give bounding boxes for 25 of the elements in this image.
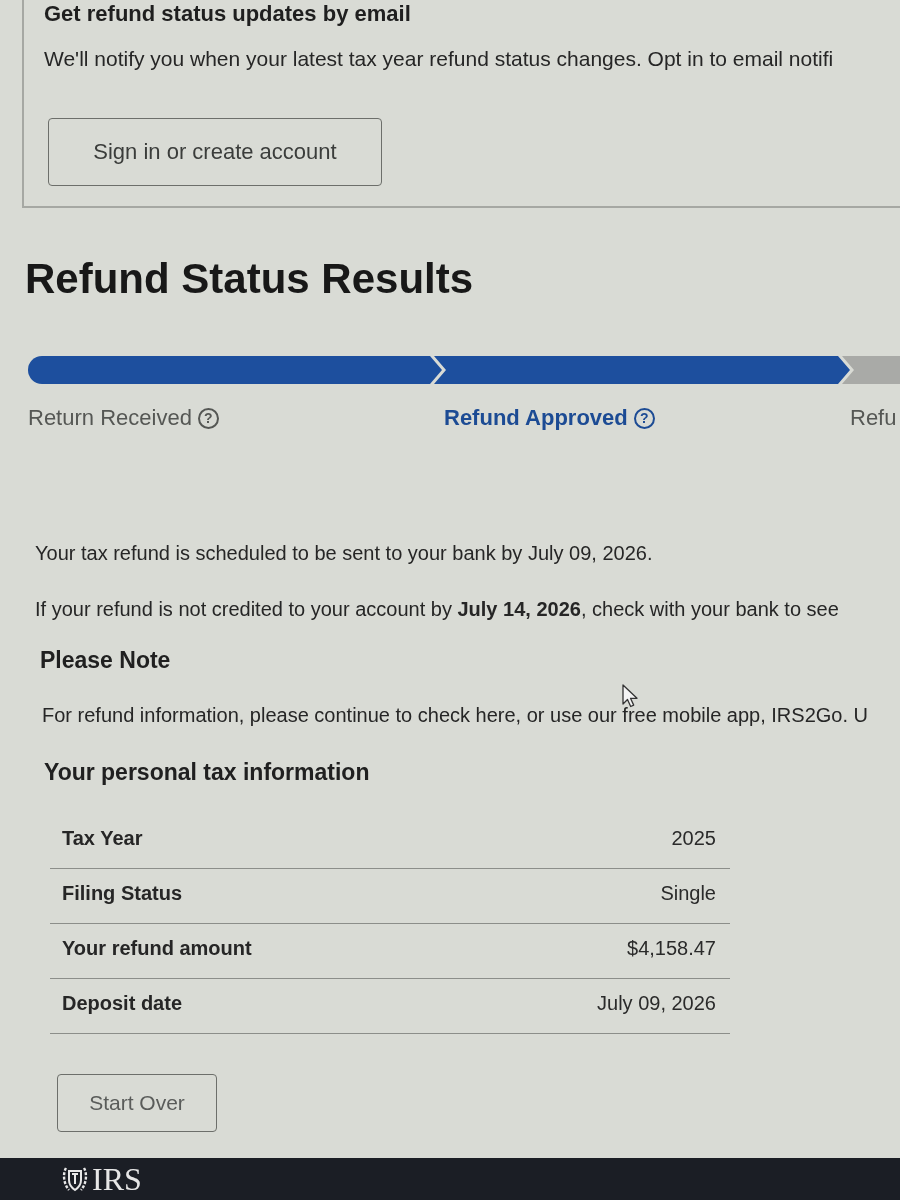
row-label: Deposit date — [62, 991, 183, 1015]
row-value: Single — [660, 881, 716, 905]
page-title: Refund Status Results — [25, 254, 474, 304]
start-over-button[interactable]: Start Over — [57, 1074, 217, 1132]
note-text: For refund information, please continue to check here, or use our free mobile app, IRS2Go. U — [42, 703, 868, 728]
step-label: Return Received — [28, 404, 192, 432]
logo-text: IRS — [92, 1161, 142, 1197]
note-heading: Please Note — [40, 646, 171, 674]
help-button[interactable]: ? — [197, 407, 219, 429]
credit-message: If your refund is not credited to your account by July 14, 2026, check with your bank to see — [35, 597, 839, 622]
row-label: Tax Year — [62, 826, 143, 850]
row-value: 2025 — [671, 826, 716, 850]
row-value: $4,158.47 — [627, 936, 716, 960]
help-button[interactable]: ? — [633, 407, 655, 429]
row-value: July 09, 2026 — [597, 991, 716, 1015]
schedule-message: Your tax refund is scheduled to be sent to your bank by July 09, 2026. — [35, 541, 653, 566]
row-label: Your refund amount — [62, 936, 252, 960]
step-label: Refu — [850, 404, 897, 432]
step-label: Refund Approved — [444, 404, 628, 432]
notification-text: We'll notify you when your latest tax year refund status changes. Opt in to email notifi — [44, 46, 834, 72]
section-heading: Get refund status updates by email — [44, 0, 411, 28]
sign-in-button[interactable]: Sign in or create account — [48, 118, 382, 186]
cursor-icon — [622, 684, 638, 708]
row-label: Filing Status — [62, 881, 182, 905]
tax-info-heading: Your personal tax information — [44, 758, 370, 786]
